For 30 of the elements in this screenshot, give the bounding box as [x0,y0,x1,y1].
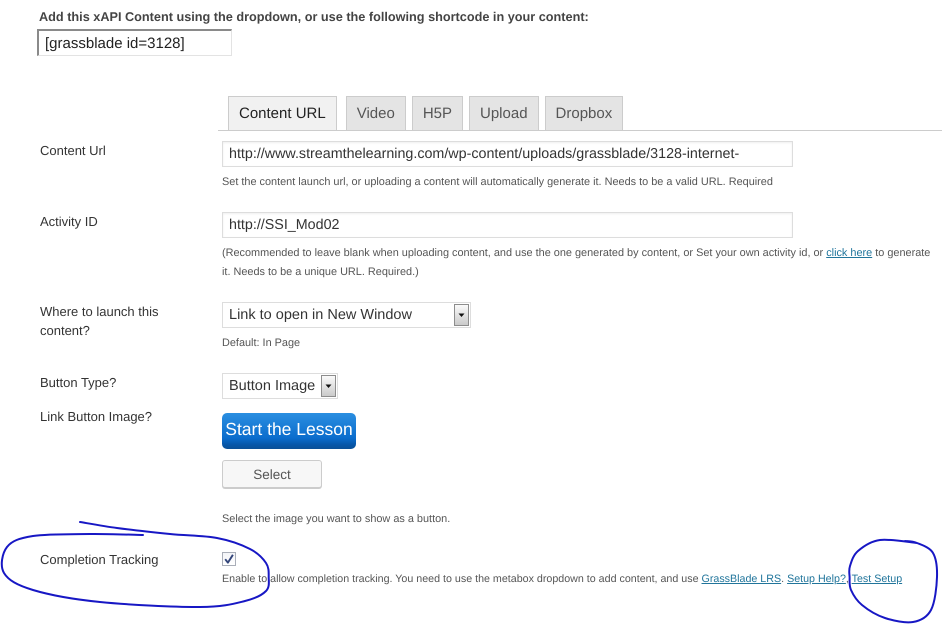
help-text: Set the content launch url, or uploading a content will automatically generate it. Needs to be a valid URL. Required [222,175,773,190]
checkbox[interactable] [222,552,236,566]
text-field[interactable]: http://SSI_Mod02 [222,212,793,238]
tab[interactable]: Content URL [228,96,337,130]
field-label: Completion Tracking [40,551,160,569]
tab[interactable]: Dropbox [544,96,624,130]
field-label: Activity ID [40,213,99,231]
help-link[interactable]: Test Setup [852,573,902,585]
check-icon [224,554,234,564]
field-label: Button Type? [40,374,118,392]
button-image: Start the Lesson [222,413,356,449]
dropdown-select[interactable]: Link to open in New Window [222,302,471,328]
tab[interactable]: Video [346,96,406,130]
instruction-text: Add this xAPI Content using the dropdown, or use the following shortcode in your content: [39,9,589,25]
dropdown-select[interactable]: Button Image [222,373,338,399]
help-link[interactable]: Setup Help? [787,573,846,585]
field-label: Link Button Image? [40,408,154,426]
field-label: Where to launch this content? [40,303,160,340]
help-text: Default: In Page [222,336,300,351]
tab[interactable]: Upload [469,96,539,130]
select-button[interactable]: Select [222,460,322,488]
text-field[interactable]: http://www.streamthelearning.com/wp-content/uploads/grassblade/3128-internet- [222,141,793,167]
shortcode-field[interactable]: [grassblade id=3128] [37,29,232,56]
help-text: Select the image you want to show as a button. [222,512,450,527]
field-label: Content Url [40,142,107,160]
help-link[interactable]: click here [826,247,872,259]
help-link[interactable]: GrassBlade LRS [702,573,782,585]
tab[interactable]: H5P [412,96,463,130]
help-text: Enable to allow completion tracking. You need to use the metabox dropdown to add content, and use GrassBlade LRS. Setup Help?, Test Setup [222,572,902,587]
help-text: (Recommended to leave blank when uploading content, and use the one generated by content, or Set your own activity id, or click here to generate it. Needs to be a unique URL. Required.) [222,246,932,280]
